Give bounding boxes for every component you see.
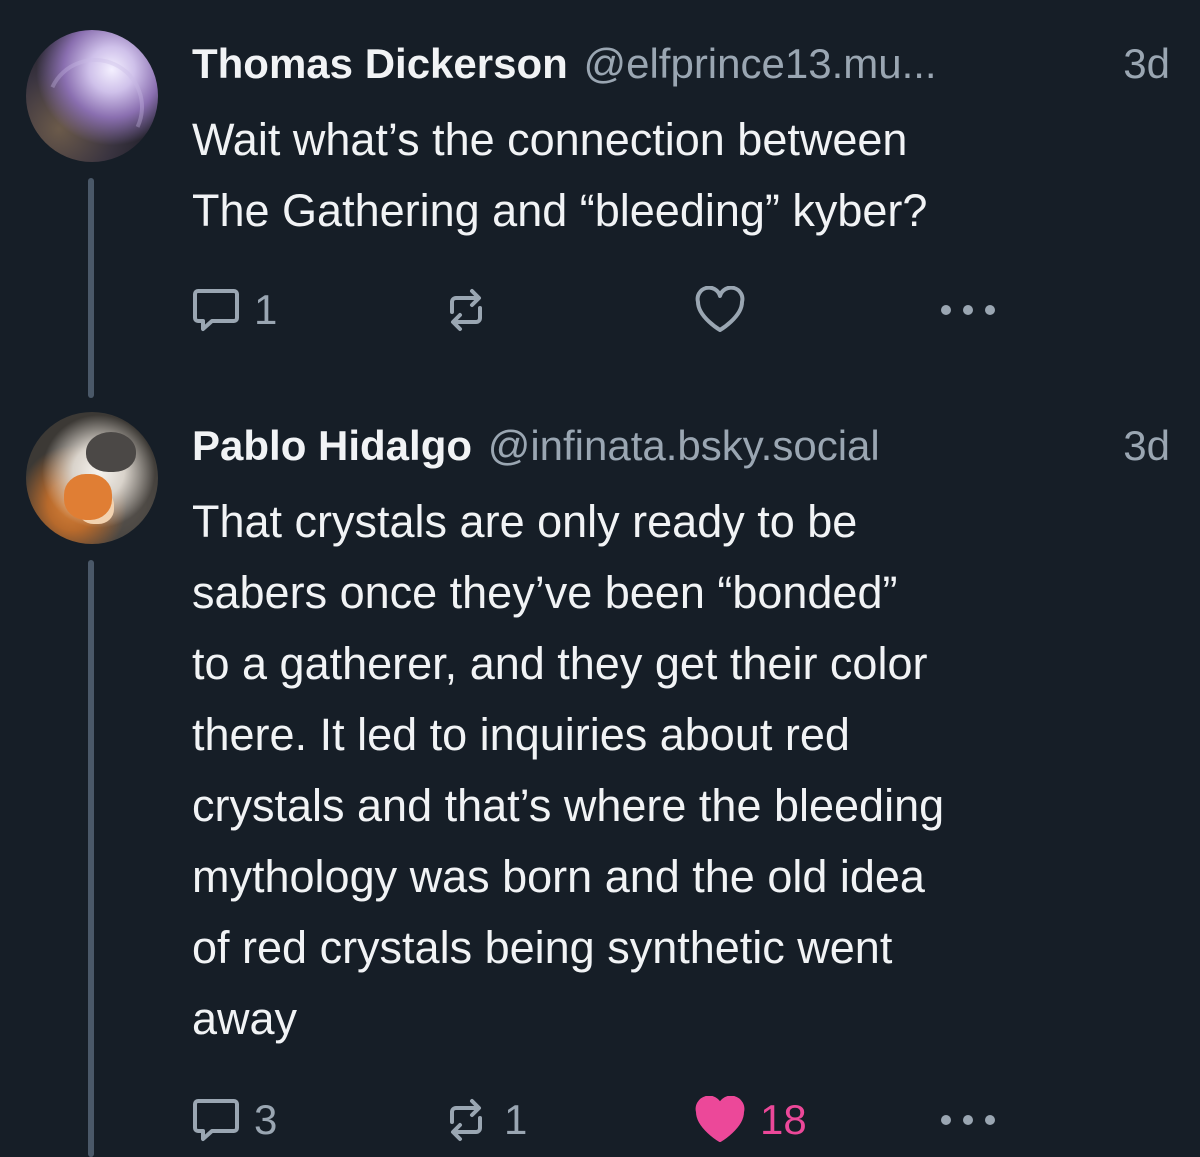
author-handle[interactable]: @elfprince13.mu... (583, 40, 936, 87)
reply-count: 1 (254, 286, 278, 333)
avatar[interactable] (26, 30, 158, 162)
post-text-line: The Gathering and “bleeding” kyber? (192, 185, 928, 236)
reply-button[interactable]: 1 (192, 280, 277, 340)
post-text-line: of red crystals being synthetic went (192, 922, 893, 973)
post-header: Pablo Hidalgo @infinata.bsky.social 3d (192, 416, 1170, 476)
repost-button[interactable] (442, 280, 504, 340)
author-name[interactable]: Pablo Hidalgo (192, 422, 472, 469)
post-header: Thomas Dickerson @elfprince13.mu... 3d (192, 34, 1170, 94)
post-body: That crystals are only ready to be saber… (192, 486, 1152, 1054)
heart-icon (694, 286, 746, 334)
avatar[interactable] (26, 412, 158, 544)
post-actions: 1 (192, 280, 1012, 340)
more-options-button[interactable] (938, 280, 998, 340)
repost-arrows-icon (442, 286, 490, 334)
post-text-line: crystals and that’s where the bleeding (192, 780, 945, 831)
post-text-line: Wait what’s the connection between (192, 114, 908, 165)
post-text-line: sabers once they’ve been “bonded” (192, 567, 898, 618)
reply-button[interactable]: 3 (192, 1090, 277, 1150)
heart-icon (694, 1096, 746, 1144)
post-body: Wait what’s the connection between The G… (192, 104, 1152, 246)
like-button[interactable] (694, 280, 760, 340)
repost-button[interactable]: 1 (442, 1090, 527, 1150)
post-text-line: mythology was born and the old idea (192, 851, 925, 902)
thread-line (88, 560, 94, 1157)
more-options-button[interactable] (938, 1090, 998, 1150)
like-count: 18 (760, 1096, 807, 1143)
post-time[interactable]: 3d (1123, 416, 1170, 476)
ellipsis-icon (938, 1110, 998, 1130)
like-button[interactable]: 18 (694, 1090, 807, 1150)
thread-line (88, 178, 94, 398)
author-handle[interactable]: @infinata.bsky.social (488, 422, 880, 469)
post-actions: 3 1 18 (192, 1090, 1012, 1150)
reply-count: 3 (254, 1096, 278, 1143)
repost-arrows-icon (442, 1096, 490, 1144)
post-text-line: away (192, 993, 298, 1044)
post-text-line: there. It led to inquiries about red (192, 709, 850, 760)
speech-bubble-icon (192, 1097, 240, 1143)
repost-count: 1 (504, 1096, 528, 1143)
speech-bubble-icon (192, 287, 240, 333)
post-text-line: to a gatherer, and they get their color (192, 638, 928, 689)
ellipsis-icon (938, 300, 998, 320)
author-name[interactable]: Thomas Dickerson (192, 40, 568, 87)
post-time[interactable]: 3d (1123, 34, 1170, 94)
post-text-line: That crystals are only ready to be (192, 496, 858, 547)
